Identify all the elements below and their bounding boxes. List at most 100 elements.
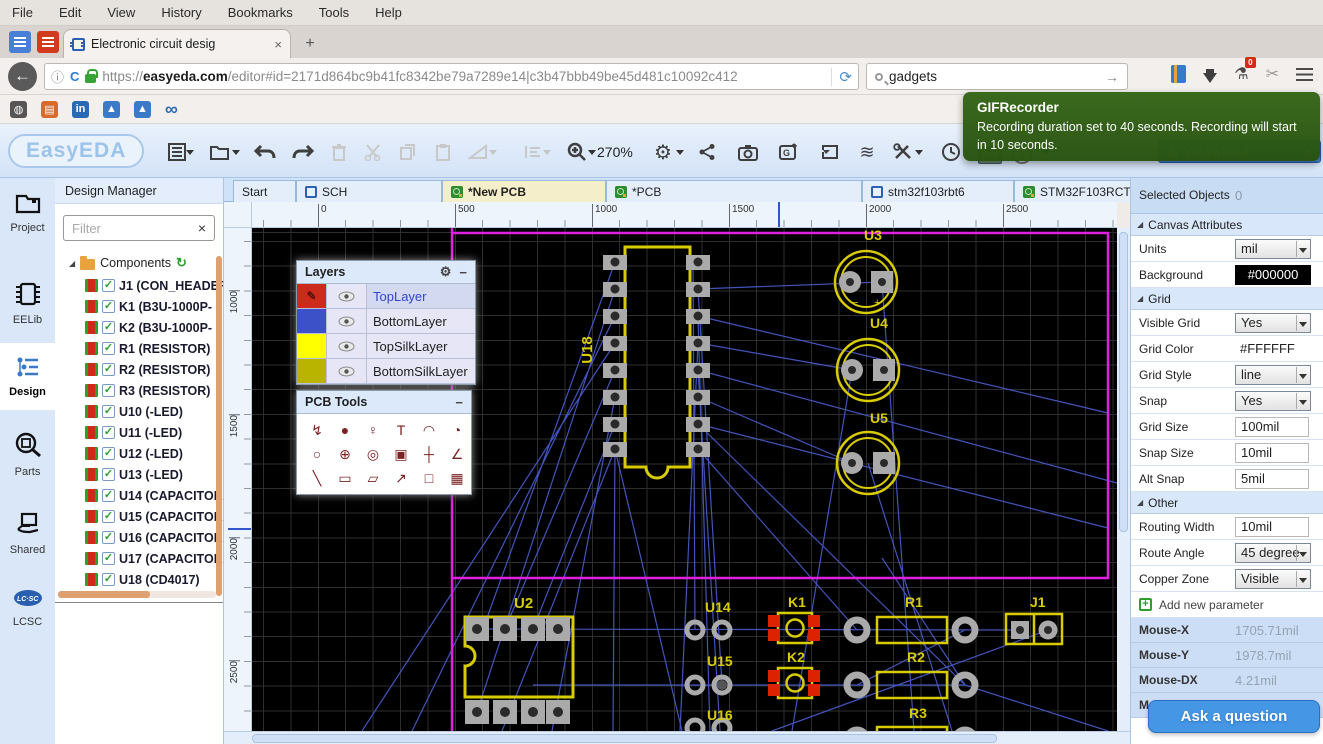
browser-tab[interactable]: Electronic circuit desig × xyxy=(63,29,291,58)
section-grid[interactable]: ◢Grid xyxy=(1131,288,1323,310)
component-checkbox[interactable]: ✓ xyxy=(102,447,115,460)
footprint-r1[interactable]: R1 xyxy=(847,594,975,643)
infinity-bookmark-icon[interactable]: ∞ xyxy=(165,99,178,120)
layer-color-swatch[interactable]: ✎ xyxy=(297,284,327,308)
select-tool[interactable]: ▭ xyxy=(331,466,359,490)
layer-color-swatch[interactable] xyxy=(297,309,327,333)
easyeda-logo[interactable]: EasyEDA xyxy=(8,134,144,168)
project-list-caret[interactable] xyxy=(186,150,194,155)
rect-tool[interactable]: □ xyxy=(415,466,443,490)
section-canvas-attributes[interactable]: ◢Canvas Attributes xyxy=(1131,214,1323,236)
component-checkbox[interactable]: ✓ xyxy=(102,342,115,355)
layer-row[interactable]: ✎ TopLayer xyxy=(297,284,475,309)
menu-item[interactable]: Edit xyxy=(59,5,81,20)
ask-a-question-button[interactable]: Ask a question xyxy=(1148,700,1320,733)
eye-icon[interactable] xyxy=(327,284,367,308)
refresh-icon[interactable]: ↻ xyxy=(176,255,187,271)
camera-icon[interactable] xyxy=(733,138,763,166)
redo-icon[interactable] xyxy=(288,138,318,166)
settings-caret[interactable] xyxy=(676,150,684,155)
screenshot-addon-icon[interactable]: ✂ xyxy=(1266,64,1279,84)
doc-tab-stm32f103rct6[interactable]: STM32F103RCT6 xyxy=(1014,180,1142,202)
connection-icon[interactable]: C xyxy=(70,69,79,84)
back-button[interactable]: ← xyxy=(8,62,37,91)
zoom-level[interactable]: 270% xyxy=(597,144,633,160)
sidebar-item-parts[interactable]: Parts xyxy=(0,432,55,478)
component-item[interactable]: ✓ U14 (CAPACITOR xyxy=(55,485,223,506)
eye-icon[interactable] xyxy=(327,359,367,383)
component-checkbox[interactable]: ✓ xyxy=(102,531,115,544)
component-item[interactable]: ✓ U18 (CD4017) xyxy=(55,569,223,590)
filter-clear-icon[interactable]: × xyxy=(198,220,206,236)
footprint-tool[interactable]: ▦ xyxy=(443,466,471,490)
arc-center-tool[interactable]: ◔ xyxy=(443,418,471,442)
component-checkbox[interactable]: ✓ xyxy=(102,510,115,523)
linkedin-bookmark-icon[interactable]: in xyxy=(72,101,89,118)
layer-name[interactable]: BottomSilkLayer xyxy=(367,359,475,383)
routing-width-input[interactable]: 10mil xyxy=(1235,517,1309,537)
footprint-r3[interactable]: R3 xyxy=(847,705,975,731)
filter-input[interactable] xyxy=(72,221,198,236)
doc-tab-sch[interactable]: SCH xyxy=(296,180,442,202)
new-tab-button[interactable]: + xyxy=(298,34,322,56)
component-checkbox[interactable]: ✓ xyxy=(102,573,115,586)
component-item[interactable]: ✓ J1 (CON_HEADER xyxy=(55,275,223,296)
footprint-u4[interactable] xyxy=(837,339,899,401)
search-bar[interactable]: gadgets → xyxy=(866,63,1128,90)
open-folder-icon[interactable] xyxy=(205,138,235,166)
tree-horizontal-scrollbar[interactable] xyxy=(58,591,216,598)
pad-tool[interactable]: ● xyxy=(331,418,359,442)
grid-color-value[interactable]: #FFFFFF xyxy=(1235,341,1295,356)
footprint-j1[interactable]: J1 xyxy=(1006,594,1062,644)
layer-row[interactable]: BottomLayer xyxy=(297,309,475,334)
pinned-tab-icon-red[interactable] xyxy=(37,31,59,53)
layers-panel-header[interactable]: Layers ⚙ − xyxy=(297,261,475,284)
download-icon[interactable] xyxy=(1203,73,1217,83)
component-checkbox[interactable]: ✓ xyxy=(102,405,115,418)
line-tool[interactable]: ╲ xyxy=(303,466,331,490)
tab-close-icon[interactable]: × xyxy=(274,37,282,52)
component-checkbox[interactable]: ✓ xyxy=(102,279,115,292)
search-go-icon[interactable]: → xyxy=(1105,69,1119,85)
component-item[interactable]: ✓ U13 (-LED) xyxy=(55,464,223,485)
hole-tool[interactable]: ◎ xyxy=(359,442,387,466)
grid-style-select[interactable]: line xyxy=(1235,365,1311,385)
layer-row[interactable]: TopSilkLayer xyxy=(297,334,475,359)
component-item[interactable]: ✓ U11 (-LED) xyxy=(55,422,223,443)
dimension-tool[interactable]: ┼ xyxy=(415,442,443,466)
layer-name[interactable]: BottomLayer xyxy=(367,309,475,333)
components-root[interactable]: ◢ Components ↻ xyxy=(55,249,223,275)
flask-addon-icon[interactable]: ⚗0 xyxy=(1234,64,1248,84)
open-folder-caret[interactable] xyxy=(232,150,240,155)
footprint-k1[interactable]: K1 xyxy=(768,594,820,643)
search-input[interactable]: gadgets xyxy=(889,69,1099,84)
export-image-icon[interactable]: G xyxy=(774,138,804,166)
copper-area-tool[interactable]: ▱ xyxy=(359,466,387,490)
doc-tab-stm32f103rbt6[interactable]: stm32f103rbt6 xyxy=(862,180,1014,202)
snap-size-input[interactable]: 10mil xyxy=(1235,443,1309,463)
waves-routing-icon[interactable]: ≋ xyxy=(852,138,882,166)
component-checkbox[interactable]: ✓ xyxy=(102,300,115,313)
page-info-icon[interactable]: ⓘ xyxy=(51,67,64,86)
layers-settings-icon[interactable]: ⚙ xyxy=(440,264,452,280)
circle-tool[interactable]: ○ xyxy=(303,442,331,466)
canvas-vertical-scrollbar[interactable] xyxy=(1117,228,1130,731)
sidebar-item-design[interactable]: Design xyxy=(0,352,55,402)
share-icon[interactable] xyxy=(692,138,722,166)
protractor-tool[interactable]: ∠ xyxy=(443,442,471,466)
doc-tab-new-pcb[interactable]: *New PCB xyxy=(442,180,606,202)
grid-size-input[interactable]: 100mil xyxy=(1235,417,1309,437)
footprint-u18[interactable]: U18 xyxy=(579,247,710,478)
scrollbar-thumb[interactable] xyxy=(252,734,997,743)
pinned-tab-icon-blue[interactable] xyxy=(9,31,31,53)
scrollbar-thumb[interactable] xyxy=(58,591,150,598)
component-item[interactable]: ✓ U10 (-LED) xyxy=(55,401,223,422)
tree-collapse-icon[interactable]: ◢ xyxy=(69,259,75,268)
settings-gear-icon[interactable]: ⚙ xyxy=(648,138,678,166)
component-checkbox[interactable]: ✓ xyxy=(102,321,115,334)
doc-tab-start[interactable]: Start xyxy=(233,180,296,202)
refresh-canvas-icon[interactable] xyxy=(815,138,845,166)
menu-item[interactable]: History xyxy=(161,5,201,20)
component-item[interactable]: ✓ U12 (-LED) xyxy=(55,443,223,464)
layer-row[interactable]: BottomSilkLayer xyxy=(297,359,475,384)
